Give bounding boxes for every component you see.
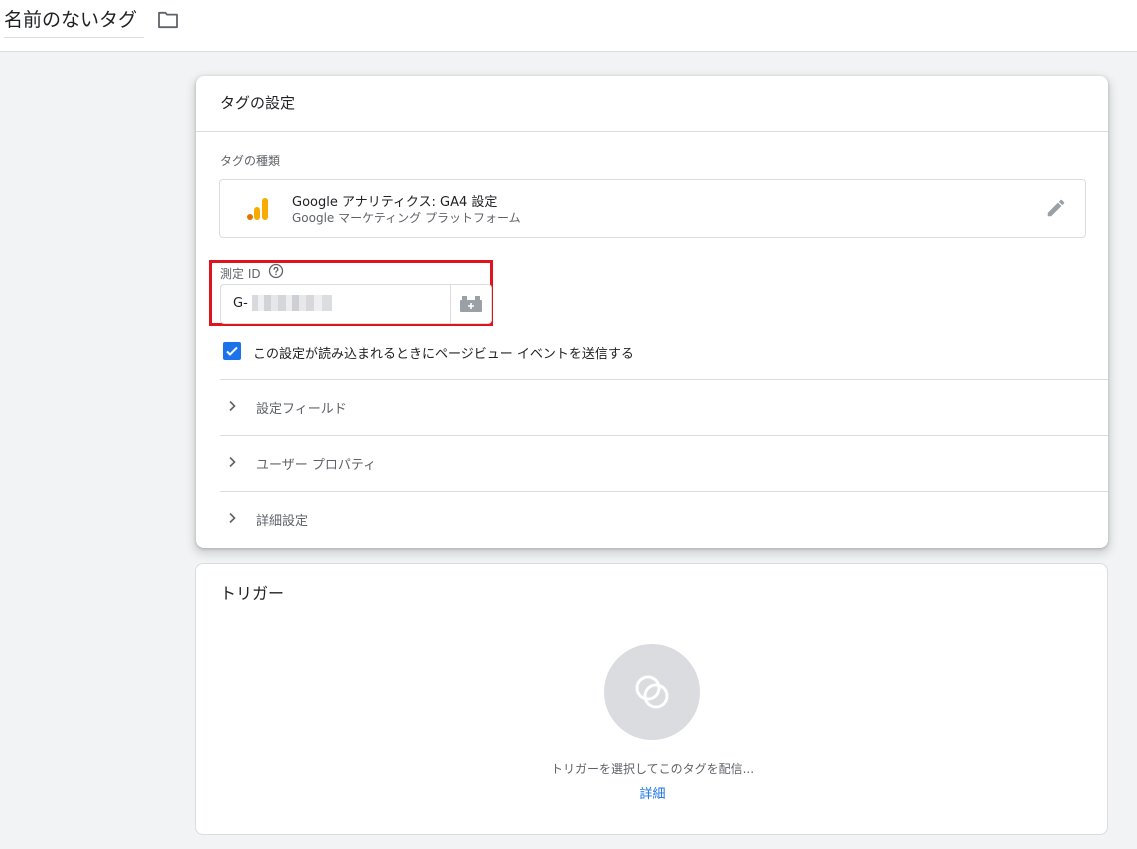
trigger-circles-icon <box>635 675 669 709</box>
tag-type-selector[interactable]: Google アナリティクス: GA4 設定 Google マーケティング プラ… <box>219 179 1086 238</box>
pageview-checkbox[interactable] <box>223 342 241 360</box>
trigger-title: トリガー <box>220 584 285 603</box>
tag-name-field[interactable]: 名前のないタグ <box>4 6 144 38</box>
trigger-hint: トリガーを選択してこのタグを配信... <box>550 762 755 776</box>
pencil-icon[interactable] <box>1045 197 1067 219</box>
section-label: 設定フィールド <box>256 402 347 417</box>
tag-type-label: タグの種類 <box>220 154 281 168</box>
learn-more-link[interactable]: 詳細 <box>196 783 1109 802</box>
divider <box>196 131 1108 132</box>
variable-icon[interactable] <box>459 295 483 313</box>
section-label: ユーザー プロパティ <box>256 458 377 473</box>
pageview-checkbox-label[interactable]: この設定が読み込まれるときにページビュー イベントを送信する <box>253 343 634 362</box>
card-title: タグの設定 <box>220 94 296 112</box>
trigger-placeholder[interactable] <box>604 644 700 740</box>
section-fields-to-set[interactable]: 設定フィールド <box>220 379 1108 435</box>
top-bar: 名前のないタグ <box>0 0 1137 52</box>
measurement-id-value: G- <box>233 296 248 311</box>
folder-icon[interactable] <box>157 11 179 29</box>
section-label: 詳細設定 <box>256 514 309 529</box>
chevron-right-icon <box>229 456 236 468</box>
help-icon[interactable] <box>268 263 284 279</box>
measurement-id-label: 測定 ID <box>220 267 261 281</box>
section-user-properties[interactable]: ユーザー プロパティ <box>220 435 1108 491</box>
section-advanced-settings[interactable]: 詳細設定 <box>220 491 1108 547</box>
measurement-id-input[interactable]: G- <box>220 284 492 324</box>
tag-config-card: タグの設定 タグの種類 Google アナリティクス: GA4 設定 Googl… <box>196 76 1108 548</box>
redacted-id <box>248 295 332 311</box>
chevron-right-icon <box>229 400 236 412</box>
google-analytics-icon <box>247 198 268 220</box>
check-icon <box>226 346 238 356</box>
chevron-right-icon <box>229 512 236 524</box>
tag-type-subtitle: Google マーケティング プラットフォーム <box>292 211 521 225</box>
tag-type-name: Google アナリティクス: GA4 設定 <box>292 195 498 210</box>
trigger-card[interactable]: トリガー トリガーを選択してこのタグを配信... 詳細 <box>195 563 1108 835</box>
divider <box>450 285 451 323</box>
